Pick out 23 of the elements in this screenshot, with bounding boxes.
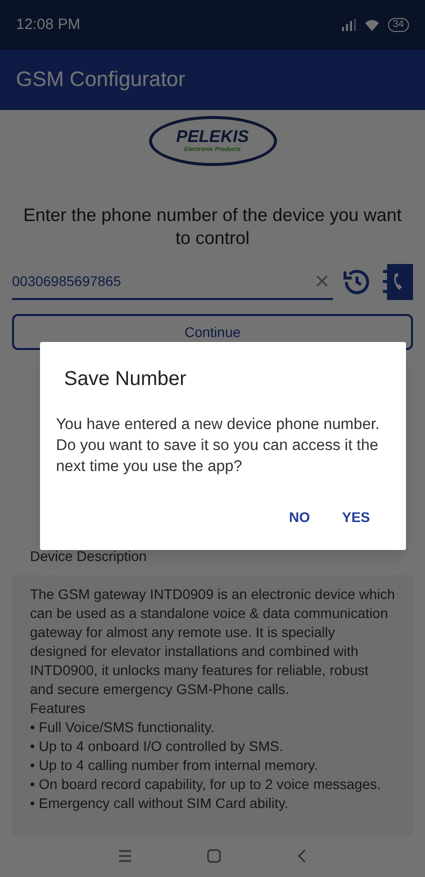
- feature-item: • On board record capability, for up to 2 voice messages.: [30, 775, 382, 794]
- menu-icon[interactable]: [118, 850, 132, 862]
- features-heading: Features: [30, 699, 86, 718]
- phonebook-icon[interactable]: [381, 264, 413, 300]
- brand-name: PELEKIS: [176, 128, 249, 146]
- battery-indicator: 34: [388, 18, 409, 32]
- feature-item: • Emergency call without SIM Card ability.: [30, 794, 290, 813]
- dialog-message: You have entered a new device phone number. Do you want to save it so you can access it the next time you use the app?: [56, 415, 380, 477]
- prompt-text: Enter the phone number of the device you want to control: [22, 204, 403, 250]
- clear-icon[interactable]: [315, 274, 329, 288]
- dialog-button[interactable]: YES: [330, 499, 382, 536]
- dialog-title: Save Number: [64, 367, 188, 392]
- app-title: GSM Configurator: [16, 67, 186, 94]
- back-icon[interactable]: [297, 849, 308, 863]
- dialog-button[interactable]: NO: [276, 499, 322, 536]
- section-heading: Device Description: [29, 547, 148, 566]
- status-time: 12:08 PM: [16, 14, 80, 35]
- feature-item: • Up to 4 onboard I/O controlled by SMS.: [30, 737, 284, 756]
- feature-item: • Up to 4 calling number from internal memory.: [30, 756, 319, 775]
- home-icon[interactable]: [207, 849, 222, 863]
- feature-item: • Full Voice/SMS functionality.: [30, 718, 216, 737]
- description-text: The GSM gateway INTD0909 is an electronic device which can be used as a standalone voice & data communication gateway for almost any remote use. It is specially designed for elevator installations and combined with INTD0900, it unlocks many features for reliable, robust and secure emergency GSM-Phone calls.: [30, 585, 395, 699]
- wifi-icon: [364, 19, 380, 31]
